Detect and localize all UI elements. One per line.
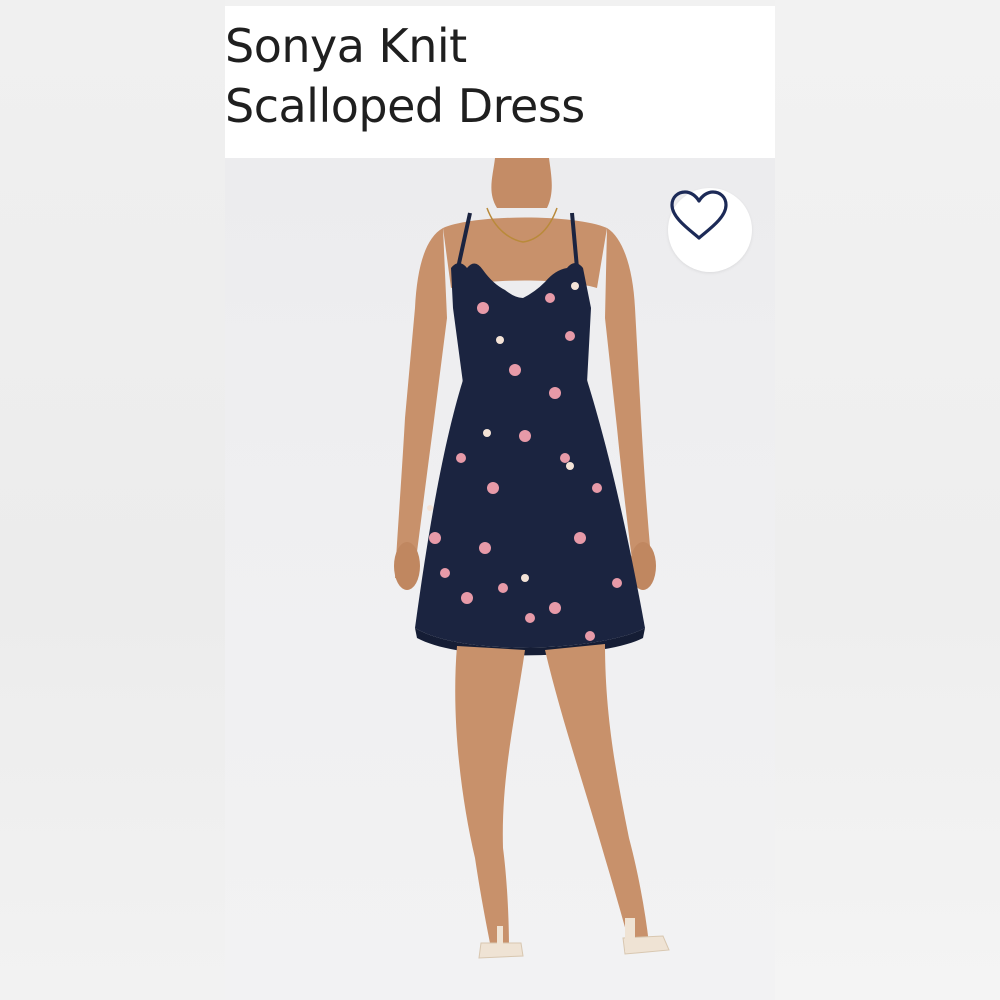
- product-photo[interactable]: [225, 158, 775, 1000]
- model-illustration: [394, 158, 670, 959]
- product-title-line-2: Scalloped Dress: [225, 79, 585, 133]
- product-card: Sonya Knit Scalloped Dress: [225, 0, 775, 1000]
- background-blur-left: [0, 0, 225, 1000]
- product-title: Sonya Knit Scalloped Dress: [225, 16, 585, 136]
- product-title-area: Sonya Knit Scalloped Dress: [225, 0, 775, 158]
- product-title-line-1: Sonya Knit: [225, 19, 467, 73]
- background-blur-right: [775, 0, 1000, 1000]
- heart-outline-icon: [670, 190, 728, 240]
- wishlist-button[interactable]: [668, 188, 752, 272]
